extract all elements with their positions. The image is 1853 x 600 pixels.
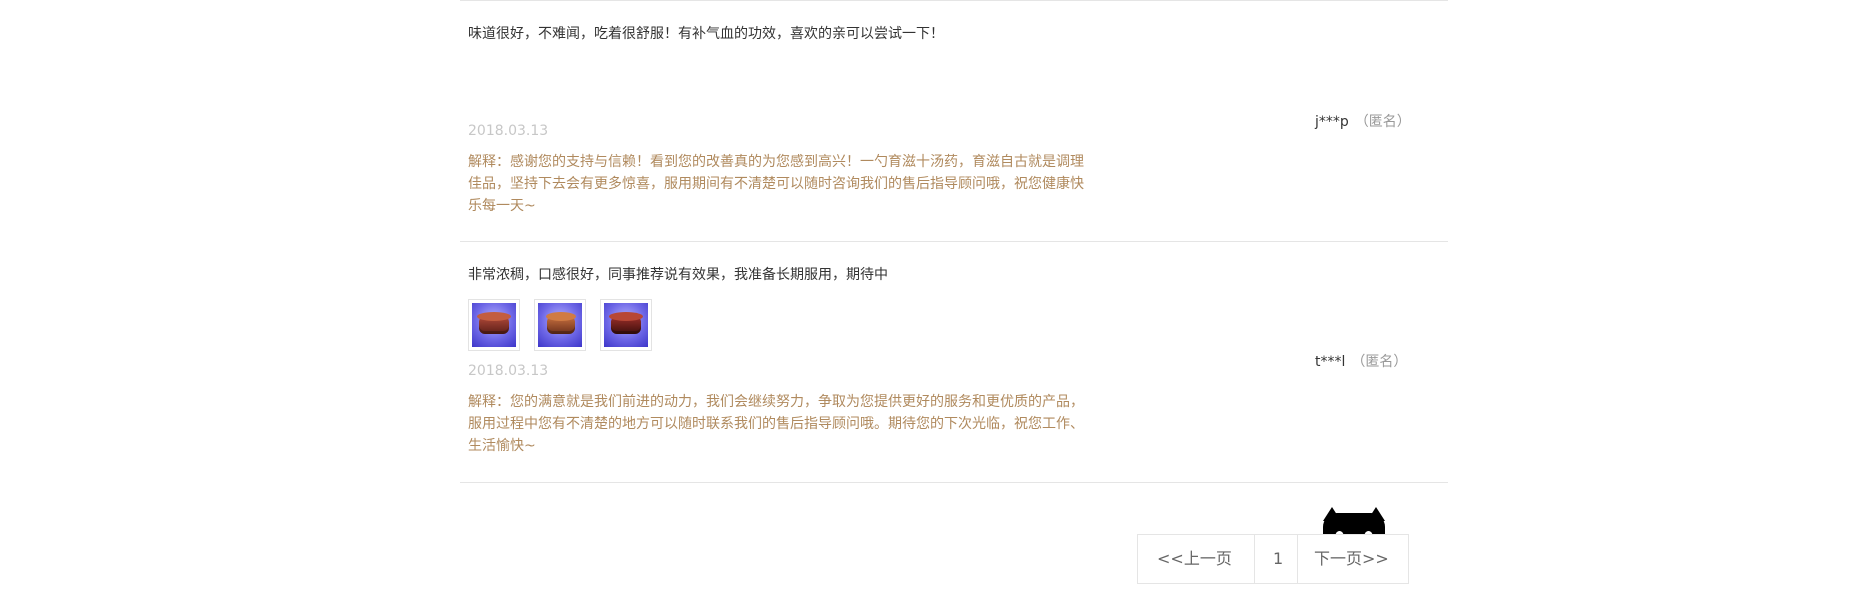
pagination: <<上一页 1 下一页>> [1137, 534, 1409, 584]
review-item: 味道很好，不难闻，吃着很舒服！有补气血的功效，喜欢的亲可以尝试一下！ 2018.… [460, 1, 1448, 242]
next-page-button[interactable]: 下一页>> [1298, 535, 1408, 583]
reviewer: j***p （匿名） [1315, 111, 1411, 131]
product-photo-1 [472, 303, 516, 347]
review-photo-thumb[interactable] [534, 299, 586, 351]
reviewer-name: j***p [1315, 114, 1349, 130]
product-photo-3 [604, 303, 648, 347]
review-text: 味道很好，不难闻，吃着很舒服！有补气血的功效，喜欢的亲可以尝试一下！ [468, 26, 944, 42]
review-photo-thumb[interactable] [468, 299, 520, 351]
review-item: 非常浓稠，口感很好，同事推荐说有效果，我准备长期服用，期待中 2018.03.1… [460, 242, 1448, 483]
review-text: 非常浓稠，口感很好，同事推荐说有效果，我准备长期服用，期待中 [468, 267, 888, 283]
review-date: 2018.03.13 [468, 363, 549, 379]
review-photos [468, 299, 652, 351]
seller-reply: 解释：感谢您的支持与信赖！看到您的改善真的为您感到高兴！一勺育滋十汤药，育滋自古… [468, 154, 1084, 214]
seller-reply: 解释：您的满意就是我们前进的动力，我们会继续努力，争取为您提供更好的服务和更优质… [468, 394, 1084, 454]
prev-page-button[interactable]: <<上一页 [1138, 535, 1255, 583]
page-number-button[interactable]: 1 [1255, 535, 1298, 583]
review-photo-thumb[interactable] [600, 299, 652, 351]
product-photo-2 [538, 303, 582, 347]
reviewer: t***l （匿名） [1315, 351, 1407, 371]
review-page: 味道很好，不难闻，吃着很舒服！有补气血的功效，喜欢的亲可以尝试一下！ 2018.… [0, 0, 1853, 600]
anonymous-label: （匿名） [1351, 354, 1408, 370]
reviewer-name: t***l [1315, 354, 1346, 370]
review-date: 2018.03.13 [468, 123, 549, 139]
anonymous-label: （匿名） [1354, 114, 1411, 130]
